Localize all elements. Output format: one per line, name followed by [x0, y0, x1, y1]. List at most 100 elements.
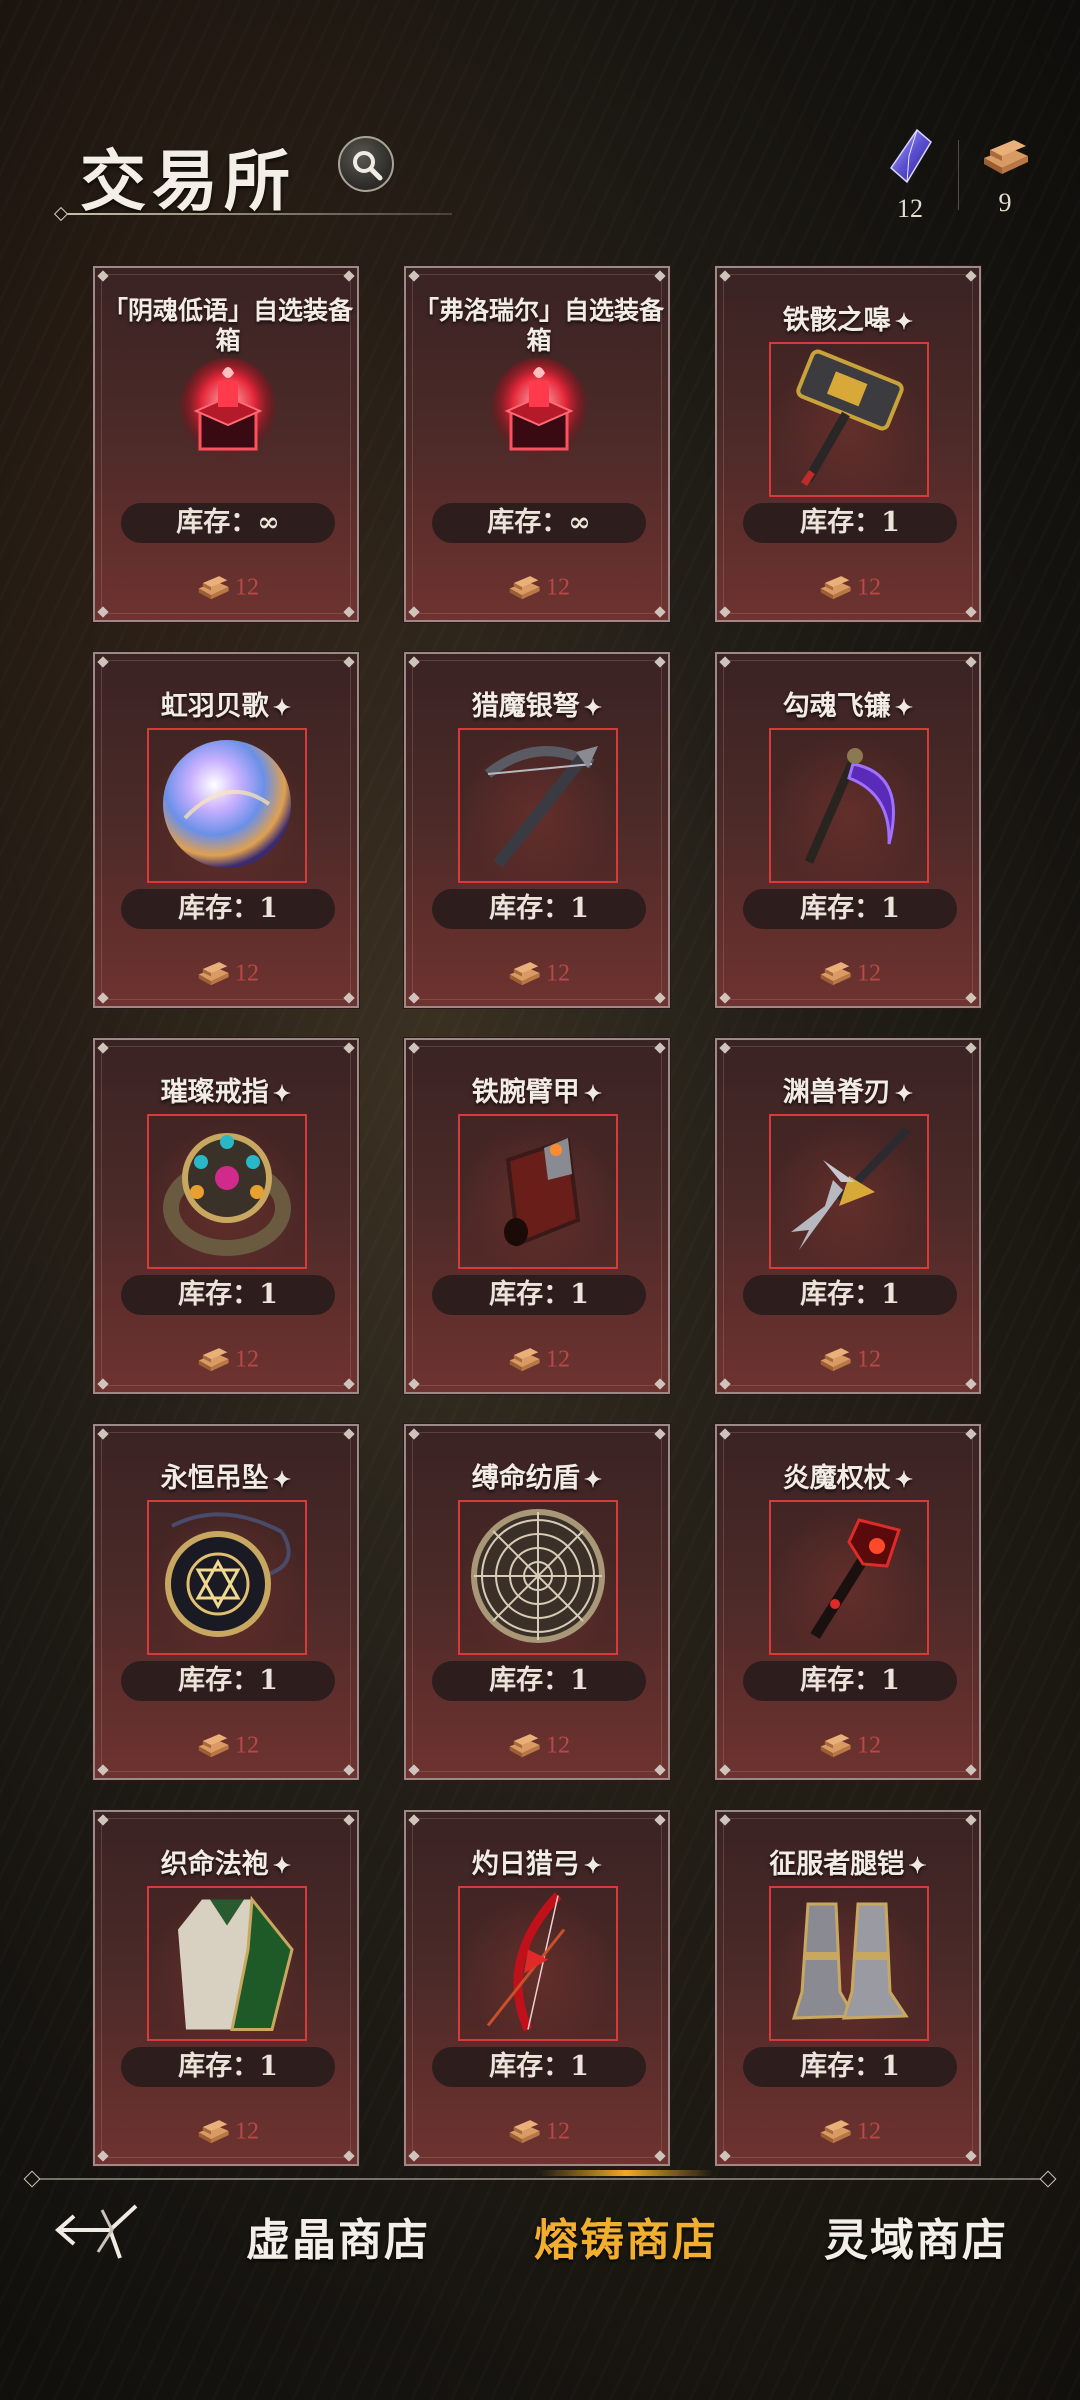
ingot-amount: 9 — [998, 188, 1012, 217]
price-currency — [504, 568, 544, 608]
item-name-text: 猎魔银弩 — [471, 691, 580, 722]
ingot-icon — [198, 1348, 229, 1372]
stock-pill: 库存：1 — [121, 1661, 335, 1701]
card-corner-ornament — [965, 1764, 977, 1776]
stock-value: 1 — [259, 2051, 278, 2082]
card-corner-ornament — [965, 1042, 977, 1054]
sparkle-icon: ✦ — [272, 695, 292, 721]
item-art-frame — [458, 1500, 618, 1655]
item-price: 12 — [406, 954, 668, 994]
tab-void-crystal-shop[interactable]: 虚晶商店 — [246, 2204, 430, 2268]
stock-label: 库存： — [487, 507, 569, 538]
shop-item-card[interactable]: 璀璨戒指 ✦ 库存：1 12 — [92, 1037, 360, 1395]
card-corner-ornament — [965, 1814, 977, 1826]
item-name: 灼日猎弓 ✦ — [406, 1842, 668, 1881]
stock-label: 库存： — [800, 2051, 882, 2082]
card-corner-ornament — [965, 1378, 977, 1390]
scythe-icon — [779, 734, 919, 878]
item-name: 「阴魂低语」自选装备箱 — [103, 296, 353, 356]
ingot-icon — [509, 2120, 540, 2144]
item-name-text: 永恒吊坠 — [160, 1463, 269, 1494]
price-currency — [504, 1340, 544, 1380]
item-name: 猎魔银弩 ✦ — [406, 684, 668, 723]
nav-divider — [30, 2178, 1050, 2180]
item-name: 铁腕臂甲 ✦ — [406, 1070, 668, 1109]
item-name: 渊兽脊刃 ✦ — [717, 1070, 979, 1109]
item-name: 炎魔权杖 ✦ — [717, 1456, 979, 1495]
price-value: 12 — [857, 2118, 881, 2145]
sparkle-icon: ✦ — [894, 309, 914, 335]
stock-value: ∞ — [257, 507, 280, 538]
shop-item-card[interactable]: 勾魂飞镰 ✦ 库存：1 12 — [714, 651, 982, 1009]
stock-value: 1 — [570, 1665, 589, 1696]
tab-spirit-realm-shop[interactable]: 灵域商店 — [824, 2204, 1008, 2268]
shop-item-card[interactable]: 征服者腿铠 ✦ 库存：1 12 — [714, 1809, 982, 2167]
header: 交易所 12 9 — [0, 0, 1080, 230]
stock-pill: 库存：1 — [743, 1275, 957, 1315]
currency-crystal[interactable]: 12 — [875, 128, 945, 224]
stock-label: 库存： — [489, 893, 571, 924]
tab-forge-shop[interactable]: 熔铸商店 — [534, 2204, 718, 2268]
search-button[interactable] — [338, 136, 394, 192]
shop-item-card[interactable]: 缚命纺盾 ✦ 库存：1 12 — [403, 1423, 671, 1781]
stock-pill: 库存：1 — [121, 2047, 335, 2087]
card-corner-ornament — [965, 2150, 977, 2162]
bow-icon — [468, 1889, 608, 2038]
stock-value: 1 — [881, 2051, 900, 2082]
price-value: 12 — [235, 574, 259, 601]
card-corner-ornament — [965, 992, 977, 1004]
shop-item-card[interactable]: 织命法袍 ✦ 库存：1 12 — [92, 1809, 360, 2167]
card-corner-ornament — [408, 606, 420, 618]
shop-item-card[interactable]: 猎魔银弩 ✦ 库存：1 12 — [403, 651, 671, 1009]
price-currency — [815, 1340, 855, 1380]
sparkle-icon: ✦ — [894, 1467, 914, 1493]
stock-label: 库存： — [178, 2051, 260, 2082]
stock-label: 库存： — [178, 1665, 260, 1696]
stock-pill: 库存：1 — [432, 1275, 646, 1315]
active-tab-indicator — [538, 2170, 714, 2176]
card-corner-ornament — [343, 1764, 355, 1776]
stock-label: 库存： — [176, 507, 258, 538]
stock-pill: 库存：1 — [743, 1661, 957, 1701]
price-currency — [815, 1726, 855, 1766]
item-art-frame — [769, 1500, 929, 1655]
shop-item-card[interactable]: 渊兽脊刃 ✦ 库存：1 12 — [714, 1037, 982, 1395]
stock-label: 库存： — [178, 893, 260, 924]
shop-item-card[interactable]: 炎魔权杖 ✦ 库存：1 12 — [714, 1423, 982, 1781]
stock-value: 1 — [881, 1665, 900, 1696]
item-name: 勾魂飞镰 ✦ — [717, 684, 979, 723]
item-name: 永恒吊坠 ✦ — [95, 1456, 357, 1495]
item-price: 12 — [406, 1340, 668, 1380]
currency-ingot[interactable]: 9 — [970, 128, 1040, 218]
back-button[interactable] — [50, 2196, 142, 2266]
item-art-frame — [147, 1500, 307, 1655]
shop-item-card[interactable]: 「弗洛瑞尔」自选装备箱 库存：∞ 12 — [403, 265, 671, 623]
card-corner-ornament — [408, 2150, 420, 2162]
shop-item-card[interactable]: 永恒吊坠 ✦ 库存：1 12 — [92, 1423, 360, 1781]
stock-label: 库存： — [800, 507, 882, 538]
shop-item-card[interactable]: 灼日猎弓 ✦ 库存：1 12 — [403, 1809, 671, 2167]
card-corner-ornament — [654, 656, 666, 668]
shop-item-card[interactable]: 「阴魂低语」自选装备箱库存：∞ 12 — [92, 265, 360, 623]
card-corner-ornament — [408, 1428, 420, 1440]
item-price: 12 — [717, 954, 979, 994]
card-corner-ornament — [965, 270, 977, 282]
card-corner-ornament — [654, 270, 666, 282]
card-corner-ornament — [654, 992, 666, 1004]
item-art-frame — [147, 728, 307, 883]
ingot-icon — [198, 962, 229, 986]
item-art-frame — [147, 1886, 307, 2041]
stock-value: ∞ — [568, 507, 591, 538]
card-corner-ornament — [654, 1814, 666, 1826]
item-price: 12 — [406, 1726, 668, 1766]
ingot-icon — [198, 576, 229, 600]
item-price: 12 — [95, 2112, 357, 2152]
shop-item-card[interactable]: 虹羽贝歌 ✦ 库存：1 12 — [92, 651, 360, 1009]
shop-item-card[interactable]: 铁骸之嗥 ✦ 库存：1 12 — [714, 265, 982, 623]
robe-icon — [152, 1889, 302, 2038]
card-corner-ornament — [965, 656, 977, 668]
item-price: 12 — [406, 2112, 668, 2152]
item-price: 12 — [717, 568, 979, 608]
stock-label: 库存： — [489, 2051, 571, 2082]
shop-item-card[interactable]: 铁腕臂甲 ✦ 库存：1 12 — [403, 1037, 671, 1395]
